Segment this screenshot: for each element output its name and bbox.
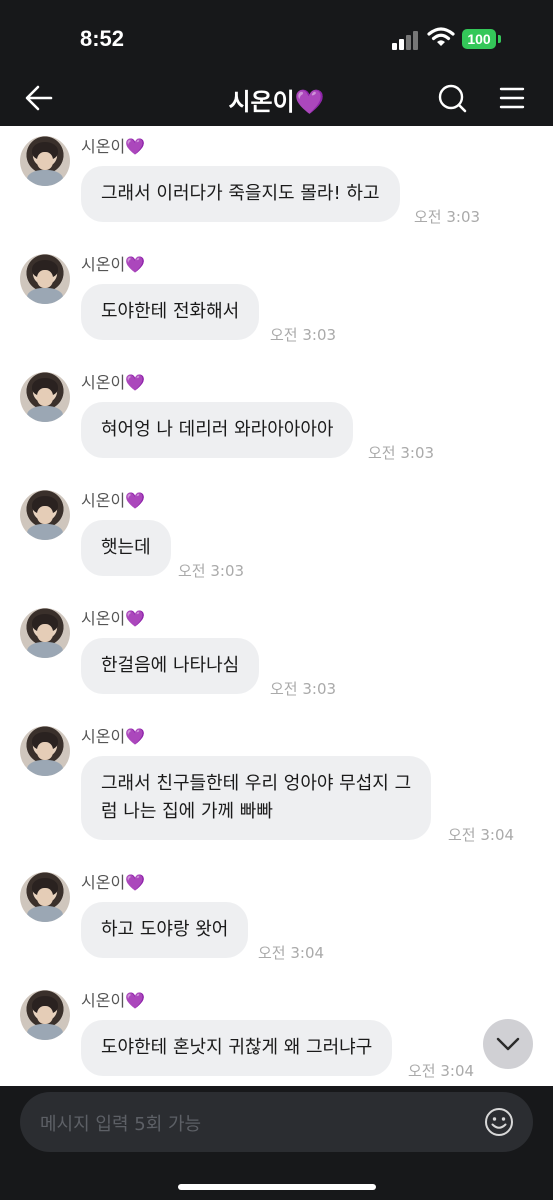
wifi-icon — [427, 27, 455, 46]
sender-name: 시온이💜 — [81, 373, 146, 392]
message-row: 시온이💜 한걸음에 나타나심 오전 3:03 — [0, 608, 553, 698]
message-bubble[interactable]: 하고 도야랑 왓어 — [81, 902, 249, 958]
message-time: 오전 3:04 — [258, 944, 325, 962]
message-row: 시온이💜 그래서 이러다가 죽을지도 몰라! 하고 오전 3:03 — [0, 136, 553, 226]
message-row: 시온이💜 혀어엉 나 데리러 와라아아아아 오전 3:03 — [0, 372, 553, 462]
chat-header: 시온이💜 — [0, 70, 553, 126]
message-list[interactable]: 시온이💜 그래서 이러다가 죽을지도 몰라! 하고 오전 3:03 시온이💜 도… — [0, 126, 553, 1086]
avatar[interactable] — [20, 990, 70, 1040]
search-icon[interactable] — [436, 82, 468, 114]
chevron-down-icon — [496, 1037, 520, 1051]
avatar[interactable] — [20, 872, 70, 922]
avatar[interactable] — [20, 136, 70, 186]
chat-title: 시온이💜 — [228, 88, 325, 116]
sender-name: 시온이💜 — [81, 255, 146, 274]
emoji-icon[interactable] — [483, 1106, 515, 1138]
scroll-to-bottom-button[interactable] — [483, 1019, 533, 1069]
message-time: 오전 3:03 — [178, 562, 245, 580]
sender-name: 시온이💜 — [81, 727, 146, 746]
message-time: 오전 3:03 — [270, 680, 337, 698]
message-bubble[interactable]: 혀어엉 나 데리러 와라아아아아 — [81, 402, 354, 458]
avatar[interactable] — [20, 254, 70, 304]
message-input[interactable]: 메시지 입력 5회 가능 — [20, 1092, 533, 1152]
sender-name: 시온이💜 — [81, 873, 146, 892]
menu-icon[interactable] — [498, 85, 526, 111]
battery-icon: 100 — [462, 29, 496, 49]
message-row: 시온이💜 햇는데 오전 3:03 — [0, 490, 553, 580]
sender-name: 시온이💜 — [81, 991, 146, 1010]
message-row: 시온이💜 도야한테 혼낫지 귀찮게 왜 그러냐구 오전 3:04 — [0, 990, 553, 1080]
message-row: 시온이💜 그래서 친구들한테 우리 엉아야 무섭지 그 럼 나는 집에 가께 빠… — [0, 726, 553, 844]
message-time: 오전 3:03 — [270, 326, 337, 344]
avatar[interactable] — [20, 726, 70, 776]
status-time: 8:52 — [80, 26, 125, 51]
avatar[interactable] — [20, 490, 70, 540]
message-time: 오전 3:04 — [408, 1062, 475, 1080]
message-time: 오전 3:03 — [414, 208, 481, 226]
message-row: 시온이💜 하고 도야랑 왓어 오전 3:04 — [0, 872, 553, 962]
battery-tip — [498, 35, 501, 43]
home-indicator — [178, 1184, 376, 1190]
message-bubble[interactable]: 한걸음에 나타나심 — [81, 638, 260, 694]
message-row: 시온이💜 도야한테 전화해서 오전 3:03 — [0, 254, 553, 344]
avatar[interactable] — [20, 608, 70, 658]
sender-name: 시온이💜 — [81, 491, 146, 510]
message-time: 오전 3:04 — [448, 826, 515, 844]
status-bar: 8:52 100 — [0, 0, 553, 70]
composer-bar: 메시지 입력 5회 가능 — [0, 1086, 553, 1200]
message-bubble[interactable]: 도야한테 혼낫지 귀찮게 왜 그러냐구 — [81, 1020, 393, 1076]
sender-name: 시온이💜 — [81, 609, 146, 628]
message-time: 오전 3:03 — [368, 444, 435, 462]
message-bubble[interactable]: 그래서 친구들한테 우리 엉아야 무섭지 그 럼 나는 집에 가께 빠빠 — [81, 756, 432, 840]
avatar[interactable] — [20, 372, 70, 422]
message-bubble[interactable]: 도야한테 전화해서 — [81, 284, 260, 340]
message-bubble[interactable]: 그래서 이러다가 죽을지도 몰라! 하고 — [81, 166, 400, 222]
message-input-placeholder: 메시지 입력 5회 가능 — [40, 1114, 202, 1135]
message-bubble[interactable]: 햇는데 — [81, 520, 171, 576]
sender-name: 시온이💜 — [81, 137, 146, 156]
signal-icon — [392, 30, 420, 50]
